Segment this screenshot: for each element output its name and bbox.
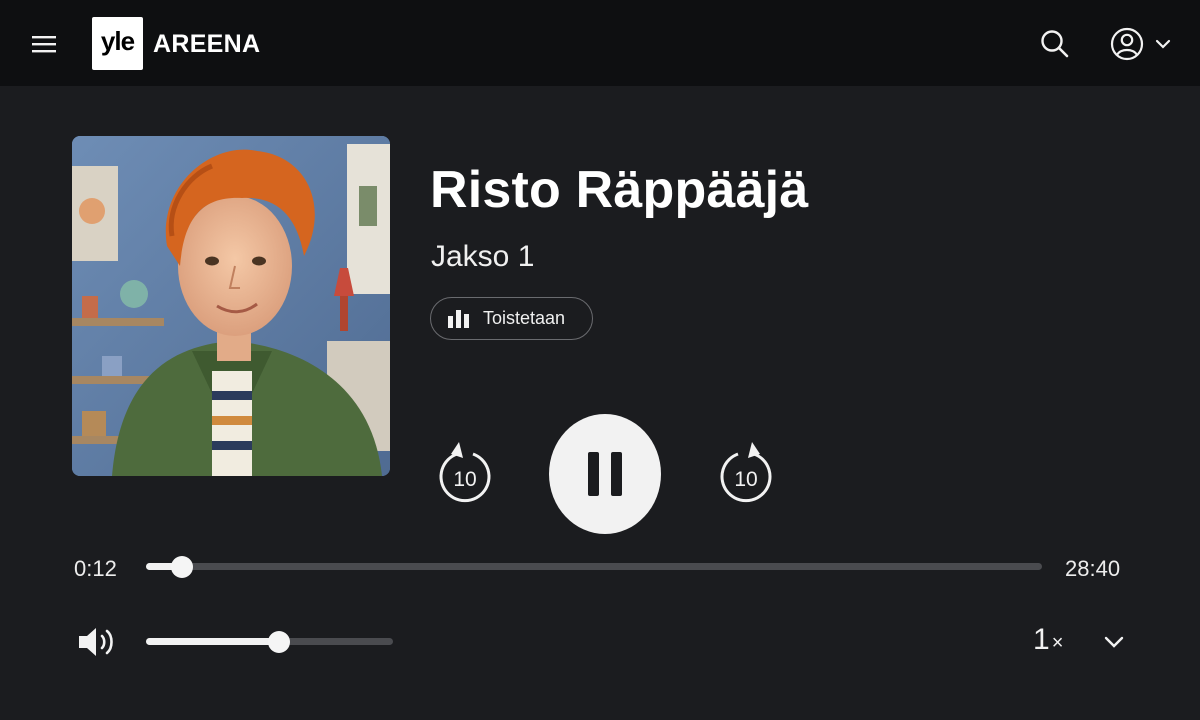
total-duration: 28:40 [1065, 556, 1121, 581]
pause-icon-bar [611, 452, 622, 496]
user-account-icon [1110, 27, 1144, 61]
episode-cover-image [72, 136, 390, 476]
forward-10-button[interactable]: 10 [716, 438, 776, 508]
speed-suffix: × [1051, 632, 1064, 654]
volume-icon[interactable] [76, 624, 120, 660]
speed-value: 1 [1033, 623, 1050, 656]
pause-button[interactable] [549, 414, 661, 534]
top-navigation-bar: yle AREENA [0, 0, 1200, 86]
player-page: yle AREENA Risto Räppääjä Jakso 1 Toiste… [0, 0, 1200, 720]
search-icon[interactable] [1038, 27, 1072, 61]
volume-handle[interactable] [268, 630, 290, 653]
volume-fill [146, 638, 279, 645]
areena-wordmark[interactable]: AREENA [153, 30, 260, 59]
progress-track[interactable] [146, 555, 1042, 578]
user-account-button[interactable] [1108, 25, 1174, 63]
volume-track[interactable] [146, 630, 393, 653]
current-time: 0:12 [74, 556, 117, 581]
episode-subtitle: Jakso 1 [431, 240, 535, 273]
equalizer-icon [448, 309, 469, 328]
chevron-down-icon [1155, 39, 1171, 49]
playback-speed-button[interactable]: 1 × [1033, 623, 1063, 657]
yle-logo[interactable]: yle [92, 17, 143, 70]
episode-title: Risto Räppääjä [430, 161, 809, 219]
pause-icon [588, 452, 599, 496]
status-label: Toistetaan [483, 308, 566, 328]
status-badge: Toistetaan [430, 297, 593, 340]
forward-seconds-label: 10 [734, 468, 757, 491]
rewind-10-button[interactable]: 10 [435, 438, 495, 508]
hamburger-menu-icon[interactable] [28, 28, 60, 60]
chevron-down-icon[interactable] [1100, 630, 1128, 654]
rewind-seconds-label: 10 [453, 468, 476, 491]
progress-handle[interactable] [171, 555, 193, 578]
